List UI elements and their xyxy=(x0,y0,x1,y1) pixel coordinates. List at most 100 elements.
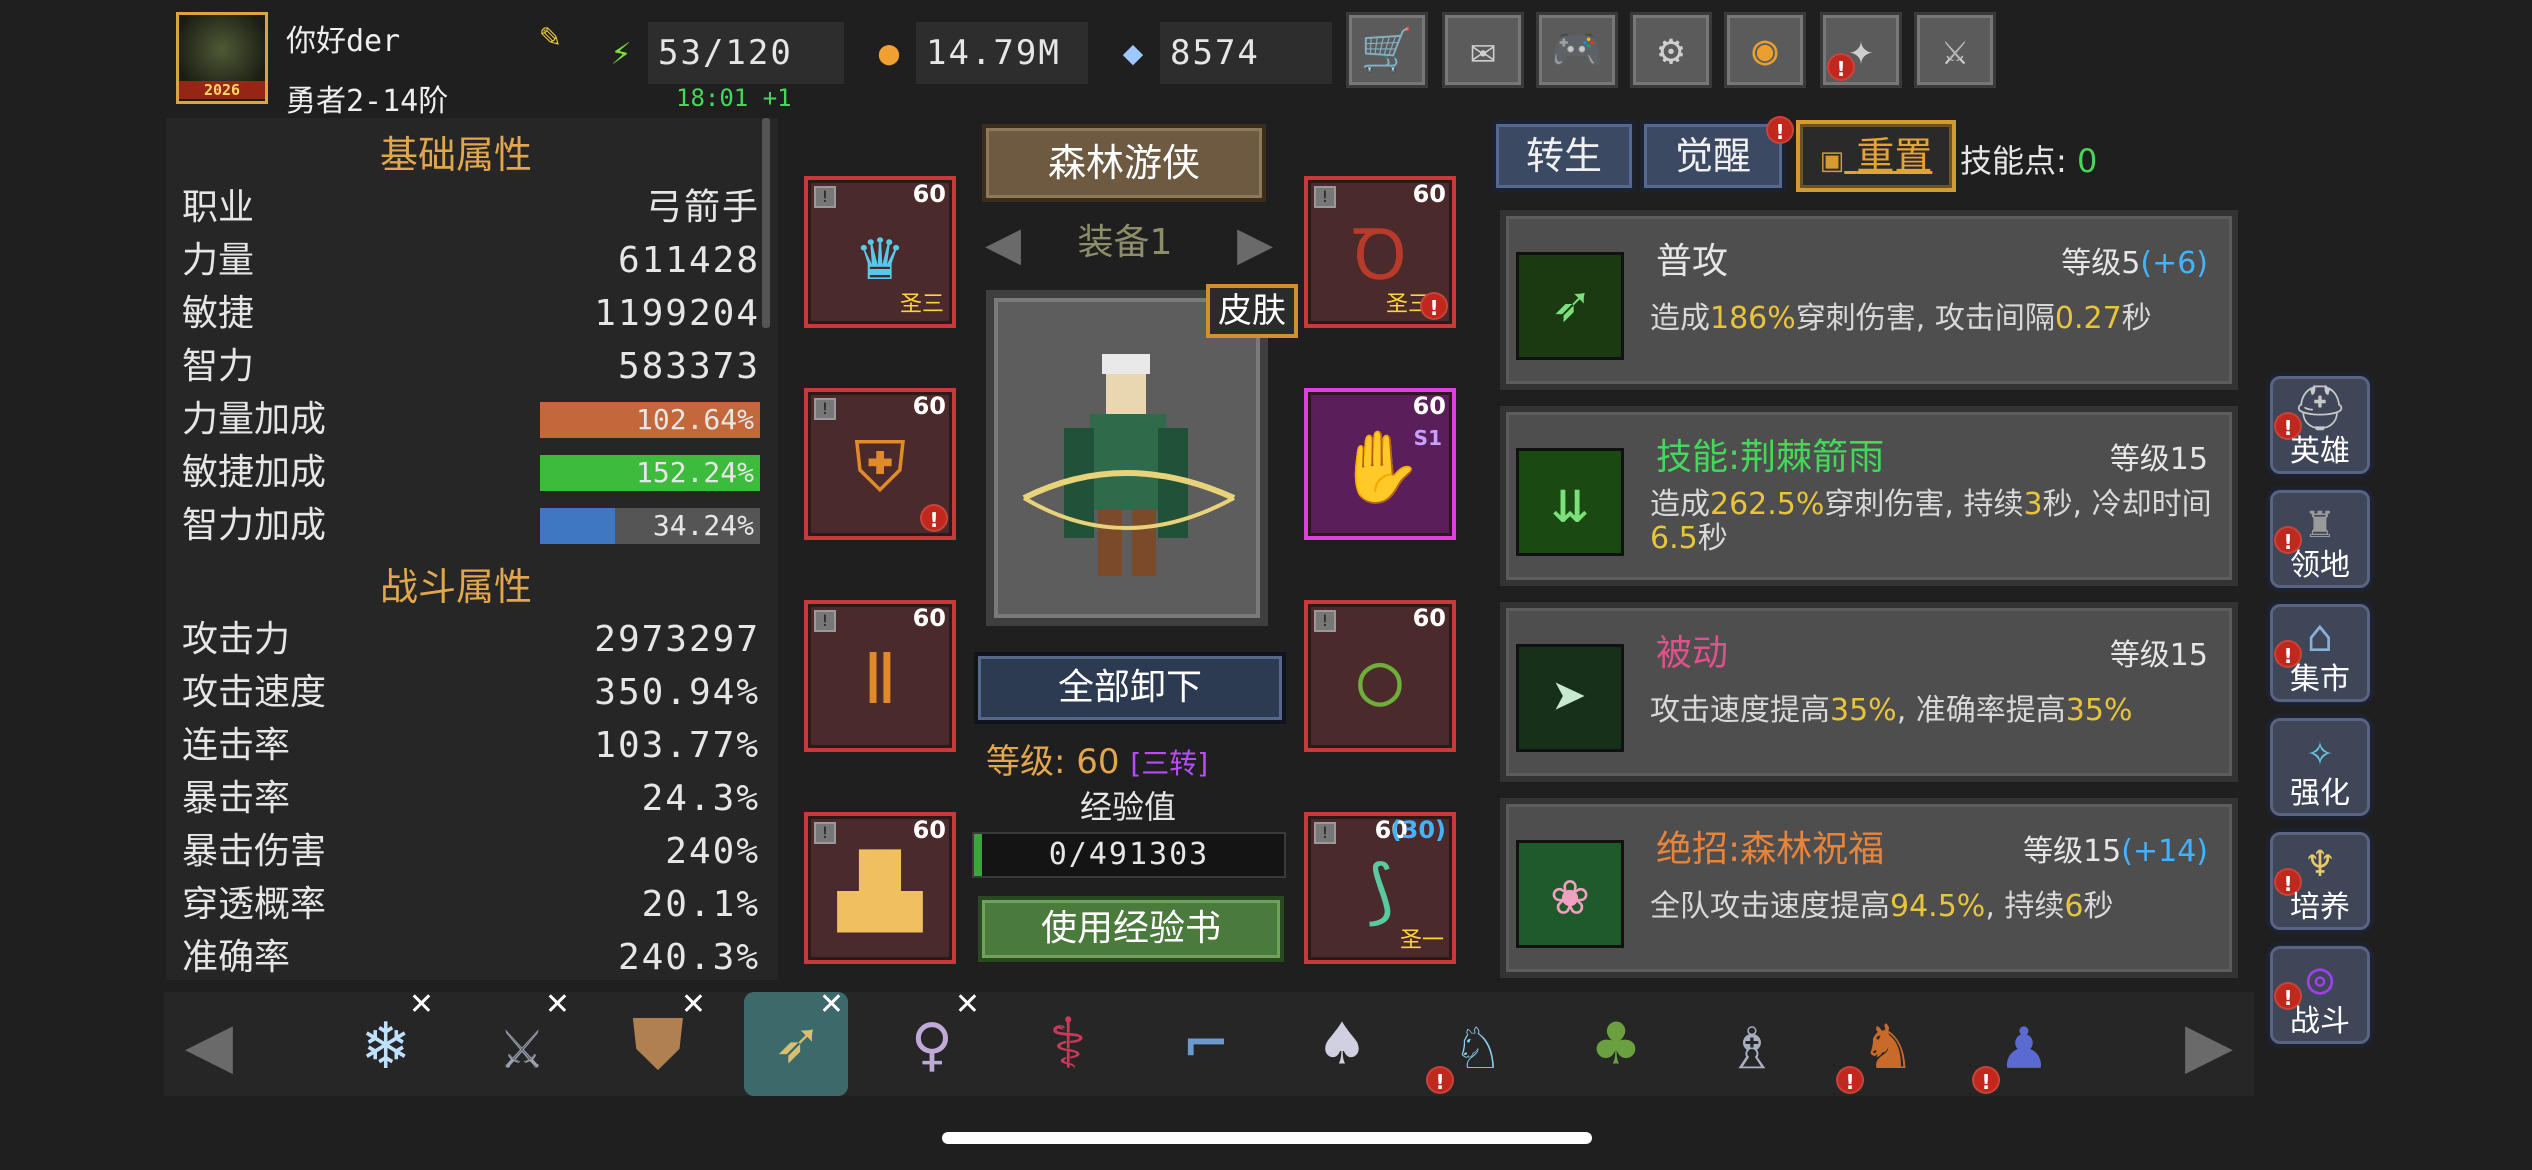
skin-button[interactable]: 皮肤 xyxy=(1206,284,1298,338)
side-menu-battle[interactable]: ◎ ! 战斗 xyxy=(2266,942,2374,1048)
shop-button[interactable]: 🛒 xyxy=(1346,12,1428,88)
attribute-scrollbar[interactable] xyxy=(762,118,770,328)
hero-frost-knight[interactable]: ♘! xyxy=(1426,992,1530,1096)
hero-druid[interactable]: ♣ xyxy=(1564,992,1668,1096)
tab-rebirth[interactable]: 转生 xyxy=(1492,120,1636,192)
equip-slot-head[interactable]: ! 60 ♛ 圣三 xyxy=(804,176,956,328)
exp-label: 经验值 xyxy=(1080,788,1177,826)
tab-awaken[interactable]: 觉醒 ! xyxy=(1640,116,1794,192)
stamina-icon: ⚡ xyxy=(610,33,632,73)
mail-button[interactable]: ✉ xyxy=(1442,12,1524,88)
color-wheel-button[interactable]: ◉ xyxy=(1724,12,1806,88)
side-menu-territory[interactable]: ♜ ! 领地 xyxy=(2266,486,2374,592)
gamepad-button[interactable]: 🎮 xyxy=(1536,12,1618,88)
player-rank: 勇者2-14阶 xyxy=(286,84,449,119)
hero-beast[interactable]: ♞! xyxy=(1836,992,1940,1096)
attr-row-attack: 攻击力 2973297 xyxy=(182,614,760,666)
attr-row-strength-bonus: 力量加成 102.64% xyxy=(182,394,760,446)
remove-hero-icon[interactable]: ✕ xyxy=(545,990,570,1020)
hero-ice-mage[interactable]: ❄ ✕ xyxy=(334,990,438,1096)
gauntlet-icon: ✋ xyxy=(1336,426,1424,508)
attr-row-crit-rate: 暴击率 24.3% xyxy=(182,773,760,825)
home-indicator[interactable] xyxy=(942,1132,1592,1144)
attr-label: 智力 xyxy=(182,346,255,387)
color-wheel-icon: ◉ xyxy=(1752,25,1778,74)
skill-card-ultimate[interactable]: ❀ 绝招:森林祝福 等级15(+14) 全队攻击速度提高94.5%, 持续6秒 xyxy=(1500,798,2238,978)
equip-slot-boots[interactable]: ! 60 ▟▙ xyxy=(804,812,956,964)
bonus-bar-fill xyxy=(540,508,615,544)
hero-next-arrow[interactable]: ▶ xyxy=(2164,992,2254,1096)
rebirth-tag: [三转] xyxy=(1130,747,1209,780)
use-exp-book-button[interactable]: 使用经验书 xyxy=(978,896,1284,962)
gold-value: 14.79M xyxy=(916,22,1088,84)
side-menu-cultivate[interactable]: ♆ ! 培养 xyxy=(2266,828,2374,934)
equip-slot-ring[interactable]: ! 60 ◯ xyxy=(1304,600,1456,752)
player-avatar[interactable]: 2026 xyxy=(176,12,268,104)
side-menu-hero[interactable]: ⛑ ! 英雄 xyxy=(2266,372,2374,478)
remove-hero-icon[interactable]: ✕ xyxy=(409,990,434,1020)
skill-name: 普攻 xyxy=(1656,241,1729,282)
skill-name: 技能:荆棘箭雨 xyxy=(1656,437,1885,478)
edit-name-icon[interactable]: ✎ xyxy=(530,16,570,56)
side-menu-enhance[interactable]: ✧ 强化 xyxy=(2266,714,2374,820)
skill-card-thorn-rain[interactable]: ⇊ 技能:荆棘箭雨 等级15 造成262.5%穿刺伤害, 持续3秒, 冷却时间6… xyxy=(1500,406,2238,586)
remove-hero-icon[interactable]: ✕ xyxy=(681,990,706,1020)
equip-slot-weapon[interactable]: ! 60 (30) ⟆ 圣一 xyxy=(1304,812,1456,964)
skill-level: 等级5(+6) xyxy=(2061,238,2208,282)
equip-slot-armor[interactable]: ! 60 ⛨ ! xyxy=(804,388,956,540)
remove-hero-icon[interactable]: ✕ xyxy=(819,990,844,1020)
battle-swords-button[interactable]: ⚔ xyxy=(1914,12,1996,88)
skill-level-text: 等级15 xyxy=(2109,638,2208,673)
forest-ranger-sprite xyxy=(1022,354,1236,576)
hero-warrior[interactable]: ⛊ ✕ xyxy=(606,990,710,1096)
equip-slot-gloves[interactable]: 60 S1 ✋ xyxy=(1304,388,1456,540)
side-menu-market[interactable]: ⌂ ! 集市 xyxy=(2266,600,2374,706)
attr-value: 2973297 xyxy=(594,619,760,660)
unequip-all-button[interactable]: 全部卸下 xyxy=(974,652,1286,724)
attr-row-intellect: 智力 583373 xyxy=(182,341,760,393)
attr-value: 弓箭手 xyxy=(645,187,760,228)
reset-skills-button[interactable]: ▣ 重置 xyxy=(1796,120,1956,192)
next-set-arrow[interactable]: ▶ xyxy=(1220,208,1290,278)
attr-row-combo-rate: 连击率 103.77% xyxy=(182,720,760,772)
tab-awaken-label: 觉醒 xyxy=(1674,134,1751,178)
hero-forest-ranger[interactable]: ➶ ✕ xyxy=(744,990,848,1096)
arrow-shot-icon: ➶ xyxy=(1516,252,1624,360)
remove-hero-icon[interactable]: ✕ xyxy=(955,990,980,1020)
attribute-panel[interactable]: 基础属性 职业 弓箭手 力量 611428 敏捷 1199204 智力 5833… xyxy=(166,118,778,980)
hero-paladin[interactable]: ♗ xyxy=(1700,992,1804,1096)
skill-points-label: 技能点: xyxy=(1960,142,2067,180)
shop-cart-icon: 🛒 xyxy=(1360,25,1414,74)
hero-assassin[interactable]: ♟! xyxy=(1972,992,2076,1096)
hero-vampire[interactable]: ♠ xyxy=(1290,992,1394,1096)
alert-badge: ! xyxy=(1972,1066,2000,1094)
hero-priestess[interactable]: ⚕ xyxy=(1016,992,1120,1096)
side-menu-label: 集市 xyxy=(2290,662,2350,697)
attr-label: 攻击速度 xyxy=(182,672,327,713)
settings-button[interactable]: ⚙ xyxy=(1630,12,1712,88)
bonus-bar: 34.24% xyxy=(540,508,760,544)
hero-prev-arrow[interactable]: ◀ xyxy=(164,992,254,1096)
attr-value: 24.3% xyxy=(641,778,760,819)
side-menu-label: 强化 xyxy=(2290,776,2350,811)
attr-label: 敏捷 xyxy=(182,293,255,334)
skill-level-bonus: (+6) xyxy=(2140,246,2208,281)
attr-value: 20.1% xyxy=(641,884,760,925)
attr-value: 350.94% xyxy=(594,672,760,713)
firework-button[interactable]: ✦ ! xyxy=(1820,12,1902,88)
attr-row-penetration: 穿透概率 20.1% xyxy=(182,879,760,931)
skill-card-passive[interactable]: ➤ 被动 等级15 攻击速度提高35%, 准确率提高35% xyxy=(1500,602,2238,782)
equip-slot-amulet[interactable]: ! 60 Ꝺ 圣三 ! xyxy=(1304,176,1456,328)
alert-badge: ! xyxy=(1836,1066,1864,1094)
stamina-value: 53/120 xyxy=(648,22,844,84)
hero-swordsman[interactable]: ⚔ ✕ xyxy=(470,990,574,1096)
prev-set-arrow[interactable]: ◀ xyxy=(968,208,1038,278)
alert-badge: ! xyxy=(1766,116,1794,144)
attr-label: 职业 xyxy=(182,187,255,228)
equip-slot-legs[interactable]: ! 60 Ⅱ xyxy=(804,600,956,752)
avatar-year-badge: 2026 xyxy=(179,81,265,99)
hero-gunner[interactable]: ⌐ xyxy=(1154,992,1258,1096)
equipment-set-tab[interactable]: 装备1 xyxy=(1040,208,1210,278)
hero-dancer[interactable]: ♀ ✕ xyxy=(880,990,984,1096)
skill-card-basic-attack[interactable]: ➶ 普攻 等级5(+6) 造成186%穿刺伤害, 攻击间隔0.27秒 xyxy=(1500,210,2238,390)
